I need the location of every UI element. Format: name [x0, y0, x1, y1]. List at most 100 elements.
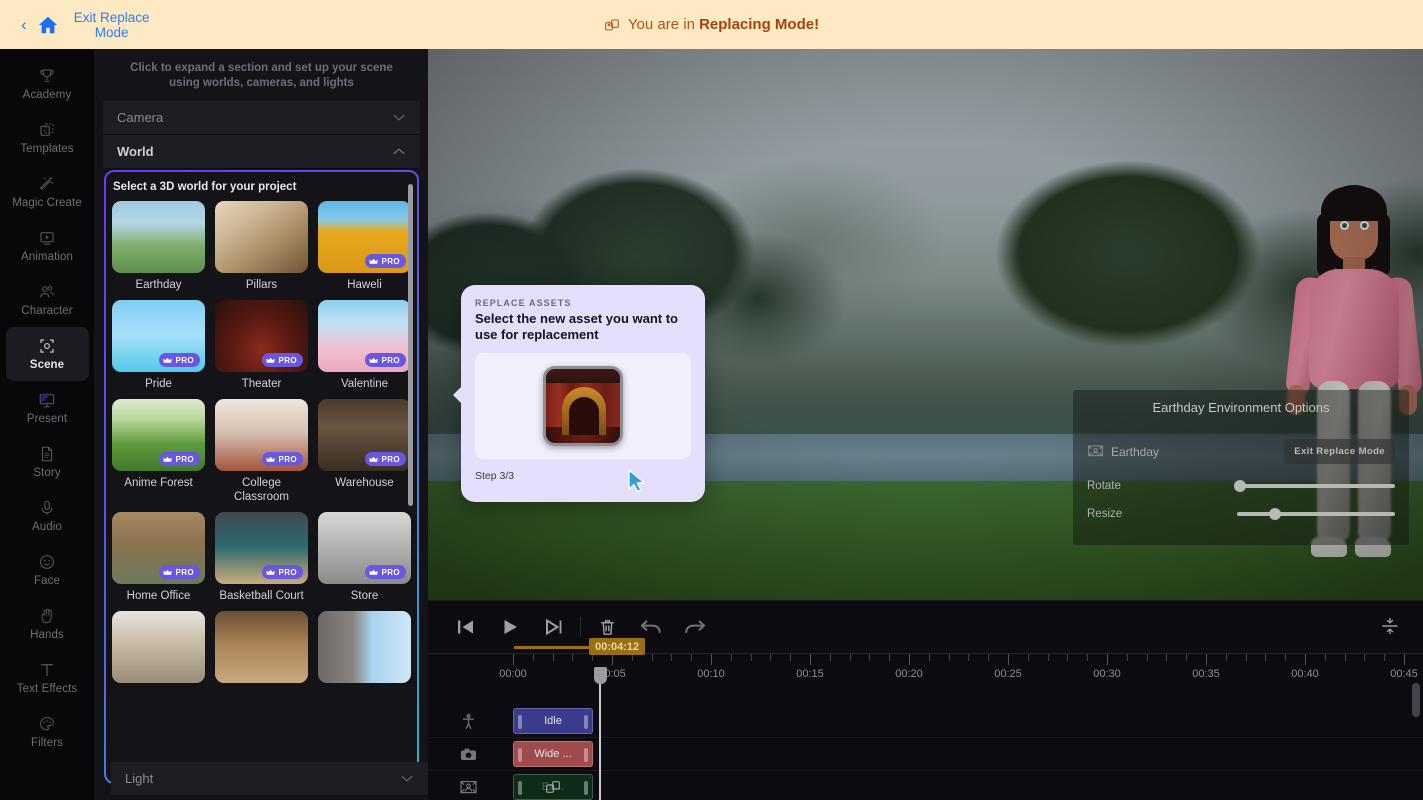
environment-asset[interactable]: Earthday: [1087, 444, 1159, 459]
sidebar-item-story[interactable]: Story: [6, 435, 89, 489]
clip-handle-right[interactable]: [584, 748, 588, 762]
world-item[interactable]: [215, 611, 308, 696]
timeline-clip[interactable]: Idle: [513, 708, 593, 734]
world-item[interactable]: PROTheater: [215, 300, 308, 399]
ruler-tick-major: [1206, 654, 1207, 665]
rotate-slider-track[interactable]: [1237, 484, 1395, 488]
world-thumbnail[interactable]: PRO: [112, 399, 205, 471]
world-scrollbar-track[interactable]: [410, 176, 415, 742]
timeline-scrollbar[interactable]: [1412, 683, 1420, 717]
play-button[interactable]: [488, 610, 532, 644]
character-track-icon[interactable]: [428, 712, 508, 731]
exit-replace-mode-group[interactable]: ‹ Exit Replace Mode: [18, 10, 178, 40]
clip-handle-right[interactable]: [584, 781, 588, 795]
world-item[interactable]: PROWarehouse: [318, 399, 411, 512]
timeline-ruler[interactable]: 00:0000:0500:1000:1500:2000:2500:3000:35…: [428, 653, 1423, 705]
clip-handle-left[interactable]: [518, 748, 522, 762]
world-scrollbar-thumb[interactable]: [408, 184, 413, 506]
pro-badge: PRO: [159, 353, 200, 367]
sidebar-item-animation[interactable]: Animation: [6, 219, 89, 273]
rotate-slider-knob[interactable]: [1234, 480, 1246, 492]
playhead-handle[interactable]: [594, 667, 607, 684]
world-item[interactable]: PROCollege Classroom: [215, 399, 308, 512]
world-item[interactable]: PROBasketball Court: [215, 512, 308, 611]
clip-handle-left[interactable]: [518, 715, 522, 729]
resize-slider-track[interactable]: [1237, 512, 1395, 516]
pro-badge-label: PRO: [175, 356, 194, 365]
sidebar-item-filters[interactable]: Filters: [6, 705, 89, 759]
sidebar-item-audio[interactable]: Audio: [6, 489, 89, 543]
sidebar-item-character[interactable]: Character: [6, 273, 89, 327]
exit-replace-mode-button[interactable]: Exit Replace Mode: [1284, 439, 1395, 464]
timeline: 00:0000:0500:1000:1500:2000:2500:3000:35…: [428, 600, 1423, 800]
world-item[interactable]: PROAnime Forest: [112, 399, 205, 512]
top-banner: ‹ Exit Replace Mode You are in Replacing…: [0, 0, 1423, 49]
skip-to-end-button[interactable]: [532, 610, 576, 644]
world-thumbnail[interactable]: PRO: [318, 399, 411, 471]
theater-thumbnail[interactable]: [543, 366, 623, 446]
world-selector-title: Select a 3D world for your project: [106, 172, 417, 201]
world-thumbnail[interactable]: [215, 201, 308, 273]
world-thumbnail[interactable]: [318, 611, 411, 683]
replace-swap-icon[interactable]: [545, 779, 561, 795]
sidebar-item-text-effects[interactable]: Text Effects: [6, 651, 89, 705]
exit-replace-mode-label[interactable]: Exit Replace Mode: [66, 10, 158, 40]
world-thumbnail[interactable]: PRO: [318, 512, 411, 584]
clip-handle-left[interactable]: [518, 781, 522, 795]
world-item[interactable]: Pillars: [215, 201, 308, 300]
timeline-clip[interactable]: Wide ...: [513, 741, 593, 767]
pro-badge: PRO: [365, 452, 406, 466]
accordion-camera[interactable]: Camera: [103, 101, 420, 135]
accordion-light[interactable]: Light: [111, 762, 428, 796]
timeline-clip[interactable]: Ea...: [513, 774, 593, 800]
pro-badge: PRO: [365, 353, 406, 367]
sidebar-item-hands[interactable]: Hands: [6, 597, 89, 651]
sidebar-item-face[interactable]: Face: [6, 543, 89, 597]
ruler-tick-minor: [770, 654, 771, 661]
world-thumbnail[interactable]: PRO: [318, 201, 411, 273]
sidebar-item-scene[interactable]: Scene: [6, 327, 89, 381]
world-item[interactable]: PROHaweli: [318, 201, 411, 300]
accordion-world[interactable]: World: [103, 135, 420, 169]
sidebar-item-academy[interactable]: Academy: [6, 57, 89, 111]
world-item[interactable]: [112, 611, 205, 696]
world-thumbnail[interactable]: PRO: [215, 399, 308, 471]
playhead-time-badge[interactable]: 00:04:12: [589, 638, 645, 655]
sidebar-item-magic-create[interactable]: Magic Create: [6, 165, 89, 219]
skip-start-icon: [456, 618, 476, 636]
world-thumbnail[interactable]: [215, 611, 308, 683]
world-thumbnail[interactable]: [112, 201, 205, 273]
clip-handle-right[interactable]: [584, 715, 588, 729]
play-icon: [500, 618, 520, 636]
world-item-label: Earthday: [112, 273, 205, 298]
callout-title: Select the new asset you want to use for…: [475, 311, 691, 343]
ruler-tick-minor: [1285, 654, 1286, 661]
world-thumbnail[interactable]: [112, 611, 205, 683]
sidebar-item-templates[interactable]: Templates: [6, 111, 89, 165]
environment-options-title: Earthday Environment Options: [1087, 400, 1395, 415]
camera-track-icon[interactable]: [428, 745, 508, 764]
world-grid-scroll[interactable]: Earthday PillarsPROHaweli PROPridePROTheat…: [106, 201, 417, 773]
world-thumbnail[interactable]: PRO: [318, 300, 411, 372]
environment-track-icon[interactable]: [428, 778, 508, 797]
world-item[interactable]: PROStore: [318, 512, 411, 611]
world-item[interactable]: PROPride: [112, 300, 205, 399]
world-thumbnail[interactable]: PRO: [112, 300, 205, 372]
accordion-world-label: World: [117, 144, 154, 159]
world-item[interactable]: [318, 611, 411, 696]
skip-to-start-button[interactable]: [444, 610, 488, 644]
world-item[interactable]: PROHome Office: [112, 512, 205, 611]
chevron-left-icon[interactable]: ‹: [18, 14, 30, 35]
world-item[interactable]: Earthday: [112, 201, 205, 300]
world-thumbnail[interactable]: PRO: [112, 512, 205, 584]
sidebar-item-present[interactable]: Present: [6, 381, 89, 435]
palette-icon: [38, 715, 56, 733]
redo-button[interactable]: [673, 610, 717, 644]
world-item[interactable]: PROValentine: [318, 300, 411, 399]
world-thumbnail-art: [215, 611, 308, 683]
fit-to-timeline-button[interactable]: [1379, 615, 1401, 637]
home-icon[interactable]: [37, 14, 59, 36]
world-thumbnail[interactable]: PRO: [215, 300, 308, 372]
world-thumbnail[interactable]: PRO: [215, 512, 308, 584]
resize-slider-knob[interactable]: [1269, 508, 1281, 520]
